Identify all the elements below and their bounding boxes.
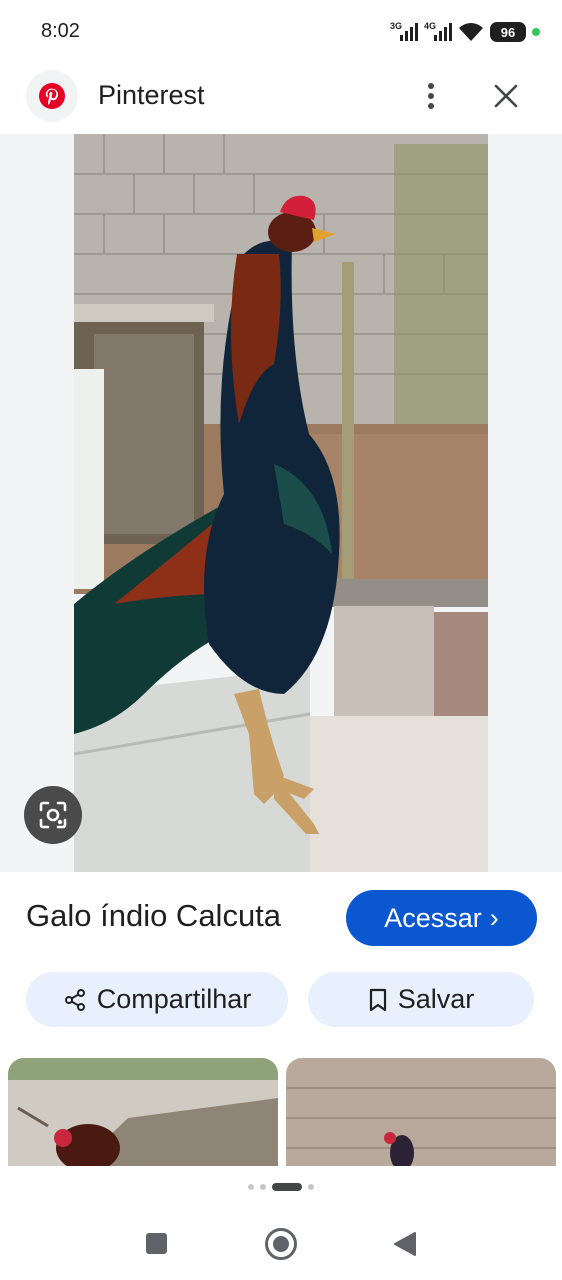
status-bar: 8:02 3G 4G 96 bbox=[0, 0, 562, 62]
image-title: Galo índio Calcuta bbox=[26, 898, 282, 933]
share-icon bbox=[64, 988, 85, 1011]
app-header: Pinterest bbox=[0, 62, 562, 134]
signal-icon: 4G bbox=[424, 21, 452, 43]
battery-icon: 96 bbox=[490, 22, 526, 42]
pinterest-logo-icon bbox=[26, 70, 78, 122]
chevron-right-icon: › bbox=[489, 902, 499, 933]
pager-dot bbox=[308, 1184, 314, 1190]
back-icon[interactable] bbox=[393, 1231, 417, 1257]
wifi-icon bbox=[459, 23, 483, 41]
privacy-dot-icon bbox=[532, 28, 540, 36]
pager-indicator bbox=[0, 1180, 562, 1194]
pager-dot-active bbox=[272, 1183, 302, 1191]
battery-level: 96 bbox=[500, 24, 516, 40]
signal-icon: 3G bbox=[390, 21, 418, 43]
save-button[interactable]: Salvar bbox=[308, 972, 534, 1027]
related-images bbox=[0, 1058, 562, 1166]
save-label: Salvar bbox=[397, 984, 475, 1014]
recents-icon[interactable] bbox=[146, 1233, 167, 1254]
system-nav-bar bbox=[0, 1206, 562, 1280]
related-image[interactable] bbox=[286, 1058, 556, 1166]
visit-button[interactable]: Acessar › bbox=[346, 890, 537, 946]
home-icon[interactable] bbox=[265, 1228, 297, 1260]
related-image[interactable] bbox=[8, 1058, 278, 1166]
app-title: Pinterest bbox=[98, 80, 205, 110]
status-time: 8:02 bbox=[41, 20, 80, 42]
pinterest-logo-glyph bbox=[39, 83, 65, 109]
bookmark-icon bbox=[369, 988, 386, 1011]
share-label: Compartilhar bbox=[96, 984, 252, 1014]
visit-label: Acessar bbox=[384, 902, 482, 933]
status-icons: 3G 4G 96 bbox=[390, 18, 540, 46]
lens-icon[interactable] bbox=[24, 786, 82, 844]
image-viewer bbox=[0, 134, 562, 872]
close-icon[interactable] bbox=[488, 76, 524, 116]
pager-dot bbox=[260, 1184, 266, 1190]
more-vert-icon[interactable] bbox=[416, 76, 446, 116]
pager-dot bbox=[248, 1184, 254, 1190]
share-button[interactable]: Compartilhar bbox=[26, 972, 288, 1027]
rooster-photo[interactable] bbox=[74, 134, 488, 872]
